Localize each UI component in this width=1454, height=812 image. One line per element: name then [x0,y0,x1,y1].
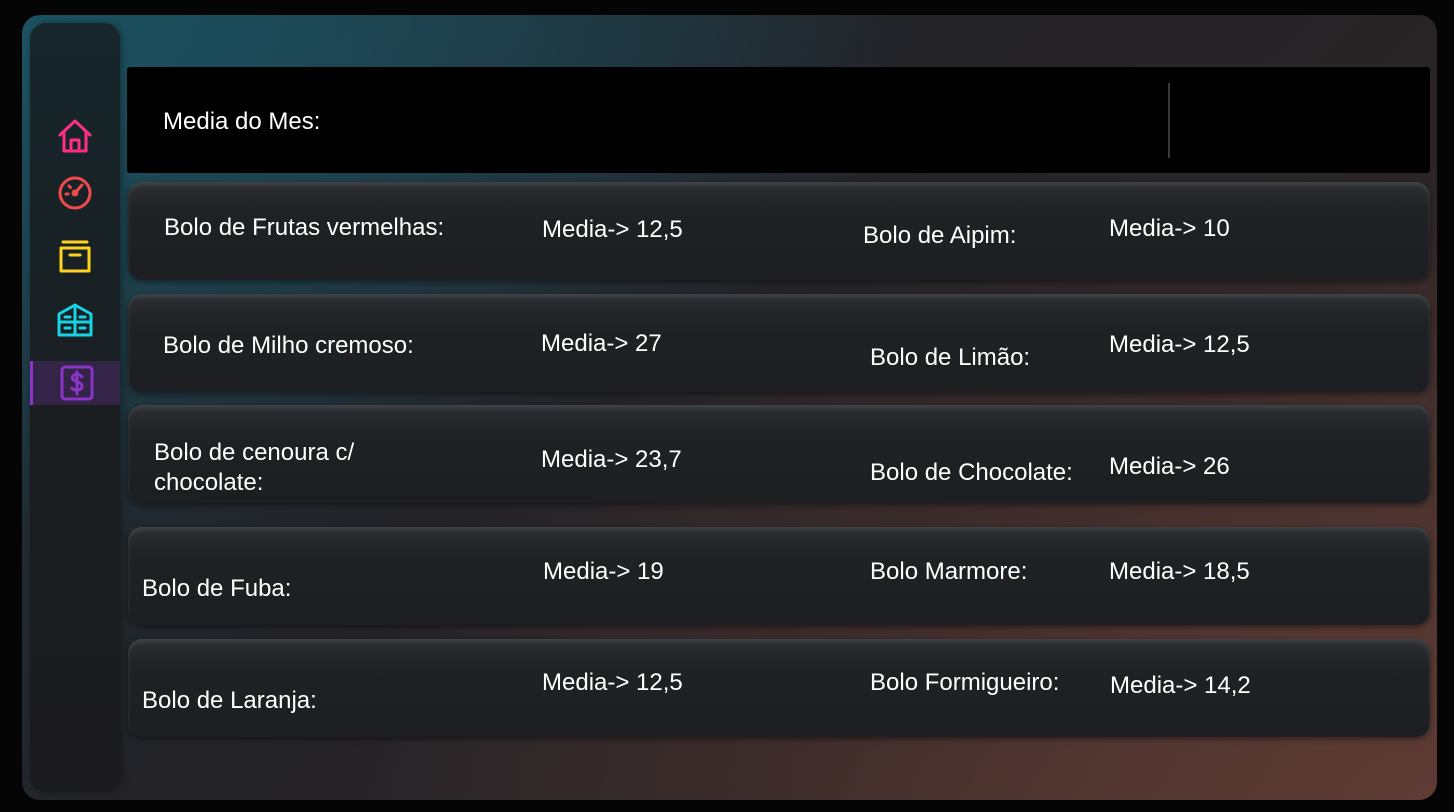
cake-media: Media-> 12,5 [542,216,683,243]
cake-name: Bolo de Frutas vermelhas: [164,214,445,241]
cake-name: Bolo de Milho cremoso: [163,332,414,359]
cake-row: Bolo de Frutas vermelhas: Media-> 12,5 B… [128,182,1430,280]
cake-name: Bolo de Laranja: [142,687,317,714]
box-icon [59,240,91,273]
cake-name: Bolo de Aipim: [863,222,1017,249]
month-average-header: Media do Mes: [127,67,1430,173]
cake-row: Bolo de cenoura c/ chocolate: Media-> 23… [128,405,1430,503]
cake-row: Bolo de Laranja: Media-> 12,5 Bolo Formi… [128,639,1430,737]
cake-name: Bolo de Fuba: [142,575,292,602]
sidebar-item-products[interactable] [30,234,120,278]
header-label: Media do Mes: [163,108,321,135]
home-icon [58,119,92,153]
cake-media: Media-> 27 [541,330,662,357]
cake-media: Media-> 12,5 [1109,331,1250,358]
store-icon [57,303,93,337]
cake-media: Media-> 10 [1109,215,1230,242]
cake-name: Bolo de Limão: [870,344,1031,371]
cake-name: Bolo de cenoura c/ chocolate: [154,439,355,496]
gauge-icon [58,176,92,210]
cake-name: Bolo de Chocolate: [870,459,1073,486]
sidebar-item-dashboard[interactable] [30,170,120,214]
app-window: Media do Mes: Bolo de Frutas vermelhas: … [22,15,1437,800]
cake-media: Media-> 19 [543,558,664,585]
cake-name: Bolo Formigueiro: [870,669,1060,696]
sidebar [30,23,120,792]
cake-media: Media-> 14,2 [1110,672,1251,699]
cake-row: Bolo de Fuba: Media-> 19 Bolo Marmore: M… [128,527,1430,625]
cake-row: Bolo de Milho cremoso: Media-> 27 Bolo d… [128,294,1430,392]
cake-media: Media-> 18,5 [1109,558,1250,585]
dollar-icon [60,365,93,401]
cake-media: Media-> 23,7 [541,446,682,473]
cake-media: Media-> 26 [1109,453,1230,480]
sidebar-item-store[interactable] [30,298,120,342]
cake-name: Bolo Marmore: [870,558,1028,585]
header-divider [1168,83,1170,158]
cake-media: Media-> 12,5 [542,669,683,696]
sidebar-item-home[interactable] [30,114,120,158]
sidebar-item-finance[interactable] [30,361,120,405]
